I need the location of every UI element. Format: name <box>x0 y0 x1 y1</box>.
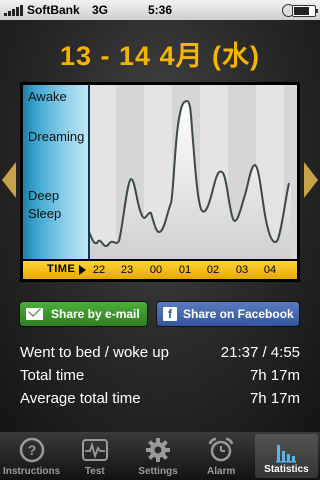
y-label-awake: Awake <box>28 89 67 104</box>
sleep-stage-label-panel: Awake Dreaming Deep Sleep <box>23 85 90 259</box>
pulse-icon <box>81 439 108 461</box>
previous-day-arrow-icon[interactable] <box>2 162 16 198</box>
tab-instructions[interactable]: ? Instructions <box>0 432 63 480</box>
bar-chart-icon <box>276 445 297 463</box>
status-bar: SoftBank 3G 5:36 <box>0 0 320 20</box>
gear-icon <box>146 438 170 462</box>
hour-tick: 00 <box>149 264 163 276</box>
facebook-icon: f <box>163 307 177 321</box>
page-title: 13 - 14 4月 (水) <box>59 41 261 71</box>
hour-tick: 03 <box>235 264 249 276</box>
stat-label: Average total time <box>20 390 141 407</box>
tab-alarm[interactable]: Alarm <box>190 432 253 480</box>
stat-value: 7h 17m <box>249 390 300 407</box>
stat-value: 7h 17m <box>249 367 300 384</box>
question-icon: ? <box>19 437 44 463</box>
statistics-screen: 13 - 14 4月 (水) Awake Dreaming Deep Sleep… <box>0 20 320 432</box>
time-axis: TIME 22 23 00 01 02 03 04 <box>23 261 297 279</box>
share-facebook-button[interactable]: f Share on Facebook <box>157 302 299 326</box>
tab-test[interactable]: Test <box>63 432 126 480</box>
svg-text:?: ? <box>27 442 36 458</box>
tab-settings[interactable]: Settings <box>126 432 189 480</box>
clock: 5:36 <box>147 3 173 17</box>
stat-label: Total time <box>20 367 85 384</box>
share-facebook-label: Share on Facebook <box>183 307 294 321</box>
hour-tick: 02 <box>206 264 220 276</box>
y-label-deep: Deep <box>28 188 60 203</box>
battery-icon <box>292 5 318 17</box>
tab-label: Settings <box>138 466 178 477</box>
tab-label: Test <box>84 466 105 477</box>
y-label-sleep: Sleep <box>28 206 62 221</box>
tab-bar: ? Instructions Test Settings Alarm Stati… <box>0 432 320 480</box>
time-axis-label: TIME <box>47 263 76 275</box>
mail-icon <box>26 308 43 320</box>
tab-statistics[interactable]: Statistics <box>254 434 319 478</box>
next-day-arrow-icon[interactable] <box>304 162 318 198</box>
y-label-dreaming: Dreaming <box>28 129 85 144</box>
hour-tick: 23 <box>120 264 134 276</box>
tab-label: Statistics <box>264 464 309 475</box>
share-email-label: Share by e-mail <box>51 307 140 321</box>
sleep-graph: Awake Dreaming Deep Sleep TIME 22 23 00 … <box>20 82 300 282</box>
tab-label: Instructions <box>2 466 61 477</box>
tab-label: Alarm <box>207 466 236 477</box>
share-email-button[interactable]: Share by e-mail <box>20 302 147 326</box>
alarm-clock-icon <box>208 437 234 462</box>
hour-tick: 01 <box>178 264 192 276</box>
stat-label: Went to bed / woke up <box>20 344 169 361</box>
time-arrow-icon <box>79 265 86 275</box>
stat-value: 21:37 / 4:55 <box>220 344 300 361</box>
hour-tick: 22 <box>92 264 106 276</box>
sleep-graph-plot: Awake Dreaming Deep Sleep <box>23 85 297 259</box>
hour-tick: 04 <box>263 264 277 276</box>
